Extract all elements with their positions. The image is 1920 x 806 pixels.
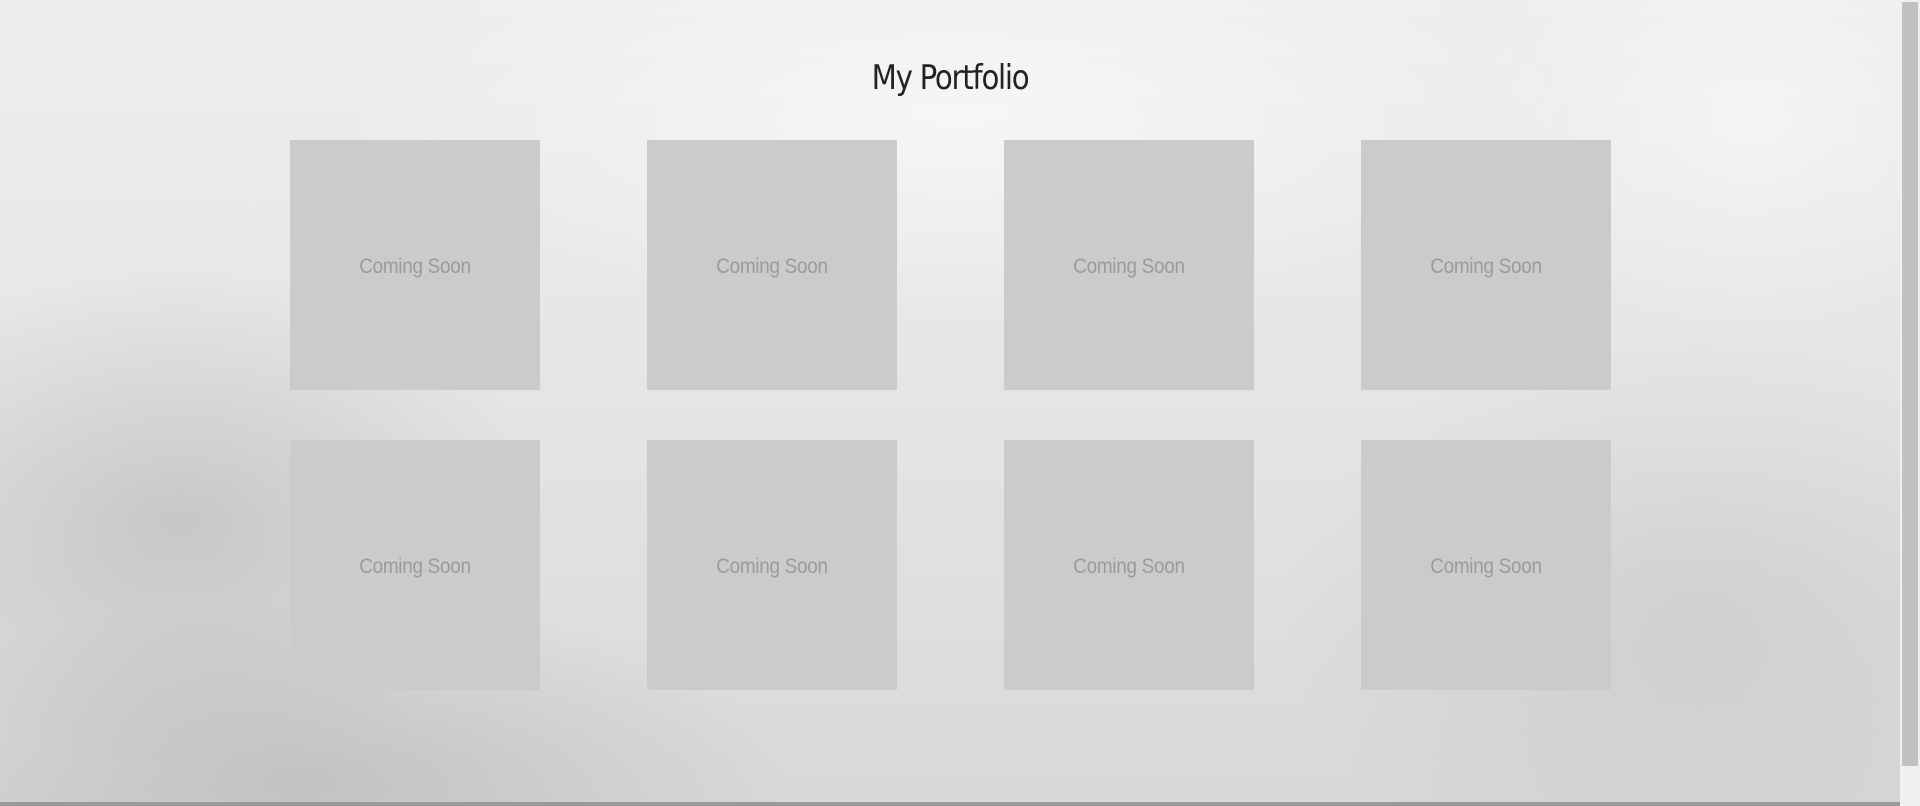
tile-label: Coming Soon (359, 255, 471, 278)
portfolio-tile[interactable]: Coming Soon (647, 440, 897, 690)
tile-label: Coming Soon (359, 555, 471, 578)
page-title: My Portfolio (871, 58, 1030, 98)
vertical-scrollbar-thumb[interactable] (1902, 2, 1918, 766)
tile-label: Coming Soon (1073, 255, 1185, 278)
tile-label: Coming Soon (1073, 555, 1185, 578)
portfolio-tile[interactable]: Coming Soon (1361, 140, 1611, 390)
portfolio-tile[interactable]: Coming Soon (290, 440, 540, 690)
portfolio-tile[interactable]: Coming Soon (1361, 440, 1611, 690)
bottom-divider (0, 802, 1900, 806)
tile-label: Coming Soon (1430, 255, 1542, 278)
portfolio-tile[interactable]: Coming Soon (647, 140, 897, 390)
portfolio-tile[interactable]: Coming Soon (290, 140, 540, 390)
portfolio-tile[interactable]: Coming Soon (1004, 140, 1254, 390)
portfolio-grid: Coming Soon Coming Soon Coming Soon Comi… (290, 140, 1611, 690)
tile-label: Coming Soon (1430, 555, 1542, 578)
tile-label: Coming Soon (716, 255, 828, 278)
tile-label: Coming Soon (716, 555, 828, 578)
portfolio-tile[interactable]: Coming Soon (1004, 440, 1254, 690)
